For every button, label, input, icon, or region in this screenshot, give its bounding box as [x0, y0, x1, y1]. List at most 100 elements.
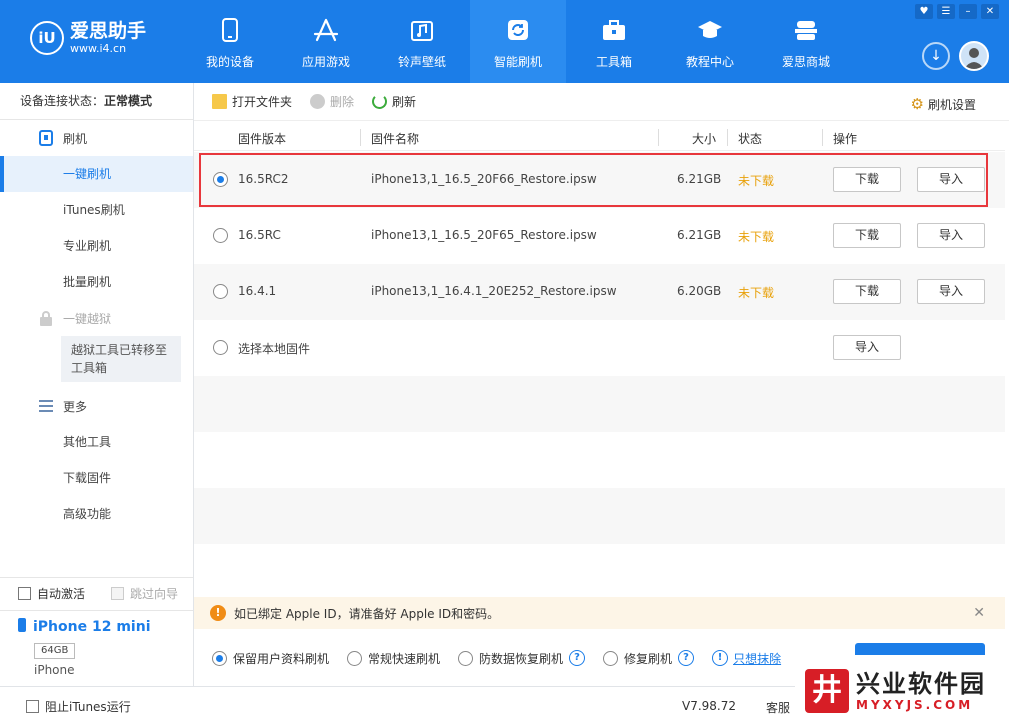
nav-toolbox[interactable]: 工具箱: [566, 0, 662, 83]
apple-id-notice: ! 如已绑定 Apple ID，请准备好 Apple ID和密码。 ✕: [194, 597, 1005, 629]
nav-tutorials[interactable]: 教程中心: [662, 0, 758, 83]
user-avatar[interactable]: [959, 41, 989, 71]
phone-icon: [217, 17, 243, 43]
table-row-empty: [194, 544, 1005, 597]
refresh-icon: [372, 94, 388, 109]
help-icon[interactable]: ?: [678, 650, 695, 666]
firmware-radio[interactable]: [213, 172, 228, 187]
help-icon[interactable]: ?: [569, 650, 586, 666]
block-itunes-option[interactable]: 阻止iTunes运行: [26, 698, 131, 715]
refresh-button[interactable]: 刷新: [372, 93, 416, 110]
warning-icon: !: [210, 605, 226, 621]
sidebar-item-batch-flash[interactable]: 批量刷机: [0, 264, 193, 300]
option-label: 保留用户资料刷机: [233, 651, 330, 666]
skip-guide-label: 跳过向导: [130, 587, 179, 601]
option-keep-data[interactable]: 保留用户资料刷机: [212, 650, 329, 667]
option-repair[interactable]: 修复刷机?: [603, 650, 695, 667]
customer-service-link[interactable]: 客服: [766, 699, 790, 716]
import-button[interactable]: 导入: [917, 223, 985, 248]
music-wallpaper-icon: [409, 17, 435, 43]
skin-button[interactable]: ♥: [915, 4, 933, 19]
device-name: iPhone 12 mini: [33, 619, 151, 635]
nav-smart-flash[interactable]: 智能刷机: [470, 0, 566, 83]
firmware-radio[interactable]: [213, 284, 228, 299]
lock-icon: [38, 310, 54, 326]
jailbreak-note: 越狱工具已转移至工具箱: [61, 336, 181, 382]
nav-apps-games[interactable]: 应用游戏: [278, 0, 374, 83]
phone-icon: [17, 617, 27, 637]
graduation-cap-icon: [697, 17, 723, 43]
local-import-button[interactable]: 导入: [833, 335, 901, 360]
table-row[interactable]: 16.5RC2 iPhone13,1_16.5_20F66_Restore.ip…: [194, 152, 1005, 208]
activation-options: 自动激活 跳过向导: [0, 577, 193, 609]
main-panel: 打开文件夹 删除 刷新 ⚙ 刷机设置 固件版本 固件名称 大小 状态 操作 16…: [194, 83, 1009, 686]
nav-ringtones[interactable]: 铃声壁纸: [374, 0, 470, 83]
nav-my-device[interactable]: 我的设备: [182, 0, 278, 83]
logo-mark: iU: [30, 20, 64, 55]
block-itunes-checkbox[interactable]: [26, 700, 39, 713]
option-label: 防数据恢复刷机: [479, 651, 564, 666]
firmware-radio[interactable]: [213, 228, 228, 243]
nav-store[interactable]: 爱思商城: [758, 0, 854, 83]
minimize-button[interactable]: –: [959, 4, 977, 19]
close-button[interactable]: ✕: [981, 4, 999, 19]
table-row[interactable]: 16.5RC iPhone13,1_16.5_20F65_Restore.ips…: [194, 208, 1005, 264]
nav-label: 铃声壁纸: [397, 55, 446, 69]
nav-label: 工具箱: [595, 55, 632, 69]
toolbox-icon: [601, 17, 627, 43]
firmware-name: iPhone13,1_16.5_20F65_Restore.ipsw: [371, 228, 597, 242]
sidebar-item-itunes-flash[interactable]: iTunes刷机: [0, 192, 193, 228]
firmware-size: 6.21GB: [677, 172, 722, 186]
option-label: 修复刷机: [624, 651, 673, 666]
table-row-local[interactable]: 选择本地固件 导入: [194, 320, 1005, 376]
firmware-name: iPhone13,1_16.4.1_20E252_Restore.ipsw: [371, 284, 617, 298]
connection-status: 设备连接状态：正常模式: [0, 83, 193, 120]
download-manager-button[interactable]: ↓: [922, 42, 950, 70]
local-firmware-label: 选择本地固件: [238, 342, 311, 356]
device-info: iPhone 12 mini 64GB iPhone: [0, 610, 193, 686]
download-button[interactable]: 下载: [833, 223, 901, 248]
option-radio[interactable]: [458, 650, 474, 666]
app-header: iU 爱思助手 www.i4.cn 我的设备 应用游戏 铃声壁纸 智能刷机 工具…: [0, 0, 1009, 83]
download-button[interactable]: 下载: [833, 167, 901, 192]
local-firmware-radio[interactable]: [213, 340, 228, 355]
folder-icon: [212, 94, 227, 109]
device-type: iPhone: [34, 663, 75, 677]
download-button[interactable]: 下载: [833, 279, 901, 304]
app-logo: iU 爱思助手 www.i4.cn: [30, 20, 146, 55]
store-icon: [793, 17, 819, 43]
sidebar-section-more[interactable]: 更多: [0, 388, 193, 424]
open-folder-button[interactable]: 打开文件夹: [212, 93, 292, 110]
sidebar-item-other-tools[interactable]: 其他工具: [0, 424, 193, 460]
auto-activate-checkbox[interactable]: [18, 587, 31, 600]
flash-settings-button[interactable]: ⚙ 刷机设置: [911, 95, 976, 113]
erase-only-link[interactable]: ! 只想抹除: [712, 650, 781, 667]
option-radio[interactable]: [212, 650, 227, 666]
block-itunes-label: 阻止iTunes运行: [45, 700, 131, 714]
nav-label: 爱思商城: [781, 55, 830, 69]
firmware-size: 6.20GB: [677, 284, 722, 298]
import-button[interactable]: 导入: [917, 167, 985, 192]
option-label: 常规快速刷机: [368, 651, 441, 666]
table-row-empty: [194, 376, 1005, 432]
site-watermark: 井 兴业软件园 MYXYJS.COM: [795, 655, 1009, 726]
close-icon[interactable]: ✕: [973, 605, 985, 621]
option-radio[interactable]: [347, 650, 363, 666]
import-button[interactable]: 导入: [917, 279, 985, 304]
flash-settings-label: 刷机设置: [927, 97, 976, 112]
app-version: V7.98.72: [682, 699, 737, 713]
menu-button[interactable]: ☰: [937, 4, 955, 19]
erase-link-label[interactable]: 只想抹除: [733, 650, 781, 667]
sidebar-item-one-click-flash[interactable]: 一键刷机: [0, 156, 193, 192]
status-value: 正常模式: [104, 94, 153, 108]
option-anti-recovery[interactable]: 防数据恢复刷机?: [458, 650, 586, 667]
sidebar-section-flash[interactable]: 刷机: [0, 120, 193, 156]
nav-label: 我的设备: [205, 55, 254, 69]
option-quick[interactable]: 常规快速刷机: [347, 650, 440, 667]
firmware-size: 6.21GB: [677, 228, 722, 242]
sidebar-item-pro-flash[interactable]: 专业刷机: [0, 228, 193, 264]
sidebar-item-advanced[interactable]: 高级功能: [0, 496, 193, 532]
option-radio[interactable]: [603, 650, 619, 666]
table-row[interactable]: 16.4.1 iPhone13,1_16.4.1_20E252_Restore.…: [194, 264, 1005, 320]
sidebar-item-download-firmware[interactable]: 下载固件: [0, 460, 193, 496]
